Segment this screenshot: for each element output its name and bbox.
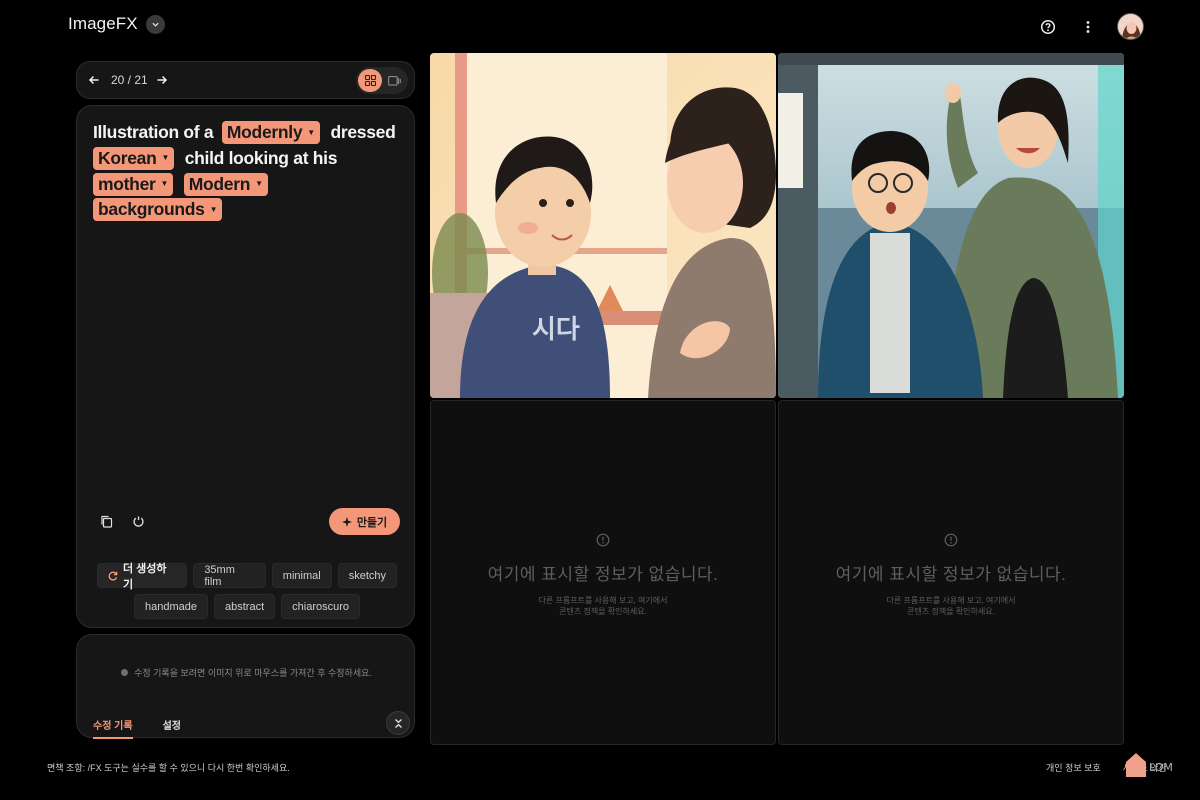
app-switcher-button[interactable] [145,14,165,34]
arrow-right-icon [157,75,168,85]
empty-subtitle-line: 콘텐츠 정책을 확인하세요. [907,607,995,616]
svg-text:LOM: LOM [1149,761,1173,774]
sparkle-icon [341,516,352,527]
alert-circle-icon [944,533,958,547]
collapse-panel-button[interactable] [386,711,410,735]
header-actions [1037,13,1144,40]
view-mode-toggle [356,67,408,94]
app-title: ImageFX [68,14,138,33]
suggestion-chip[interactable]: chiaroscuro [281,594,360,619]
prompt-chip-dropdown[interactable]: Korean ▼ [93,146,175,170]
caret-down-icon: ▼ [307,127,315,137]
empty-image-slot-3: 여기에 표시할 정보가 없습니다. 다른 프롬프트를 사용해 보고, 여기에서 … [430,400,776,745]
chip-label: backgrounds [98,199,205,220]
empty-subtitle-line: 다른 프롬프트를 사용해 보고, 여기에서 [538,596,668,605]
history-panel: 수정 기록을 보려면 이미지 위로 마우스를 가져간 후 수정하세요. 수정 기… [76,634,416,739]
suggestion-row: handmade abstract chiaroscuro [97,594,397,619]
single-view-button[interactable] [382,69,406,92]
tab-edit-history[interactable]: 수정 기록 [93,717,133,739]
prompt-panel: Illustration of a Modernly ▼ dressed Kore… [76,105,415,628]
reset-icon [132,516,144,527]
prompt-chip-dropdown[interactable]: Modernly ▼ [221,121,320,144]
prompt-text-segment: child looking at his [184,147,338,168]
generated-image-1[interactable]: 시다 [430,53,776,398]
app-header: ImageFX [0,0,1200,52]
style-suggestions: 더 생성하기 35mm film minimal sketchy handmad… [97,563,397,625]
help-button[interactable] [1037,16,1059,38]
help-circle-icon [1040,19,1056,34]
suggestion-chip[interactable]: handmade [134,594,208,619]
empty-subtitle-line: 콘텐츠 정책을 확인하세요. [559,607,647,616]
prompt-text-segment: Illustration of a [93,122,214,142]
arrow-left-icon [88,75,99,85]
suggestion-chip[interactable]: minimal [271,563,332,588]
prompt-chip-dropdown[interactable]: Modern ▼ [183,172,268,196]
suggestion-chip[interactable]: abstract [214,594,276,619]
suggestion-row: 더 생성하기 35mm film minimal sketchy [97,563,397,591]
history-tabs: 수정 기록 설정 [93,717,181,739]
tab-settings[interactable]: 설정 [163,717,181,739]
previous-button[interactable] [85,71,103,89]
suggestion-chip[interactable]: sketchy [337,563,397,588]
disclaimer-text: 면책 조항: /FX 도구는 실수를 할 수 있으니 다시 한번 확인하세요. [47,763,290,773]
image-navigator: 20 / 21 [76,61,415,99]
make-button-label: 만들기 [356,516,388,529]
alert-circle-icon [596,533,610,547]
caret-down-icon: ▼ [209,204,218,214]
history-empty-message: 수정 기록을 보려면 이미지 위로 마우스를 가져간 후 수정하세요. [77,666,416,679]
copy-icon [100,515,112,528]
generate-more-button[interactable]: 더 생성하기 [97,563,188,591]
watermark-logo: LOM [1126,753,1173,777]
empty-state-title: 여기에 표시할 정보가 없습니다. [835,565,1067,584]
chip-label: Modernly [226,122,303,142]
chip-label: mother [98,173,156,194]
empty-state: 여기에 표시할 정보가 없습니다. 다른 프롬프트를 사용해 보고, 여기에서 … [779,560,1123,617]
grid-icon [364,75,376,86]
reset-prompt-button[interactable] [129,512,147,530]
chip-label: Modern [188,173,251,194]
more-vert-icon [1086,20,1090,33]
caret-down-icon: ▼ [160,179,169,189]
prompt-chip-dropdown[interactable]: backgrounds ▼ [93,198,223,222]
make-button[interactable]: 만들기 [329,508,400,535]
prompt-line: mother ▼ Modern ▼ [93,172,405,198]
grid-view-button[interactable] [358,69,382,92]
prompt-line: Korean ▼ child looking at his [93,146,405,172]
empty-image-slot-4: 여기에 표시할 정보가 없습니다. 다른 프롬프트를 사용해 보고, 여기에서 … [778,400,1124,745]
prompt-text-segment: dressed [330,122,396,142]
avatar-image [1118,14,1143,39]
empty-state-subtitle: 다른 프롬프트를 사용해 보고, 여기에서 콘텐츠 정책을 확인하세요. [779,595,1123,617]
privacy-link[interactable]: 개인 정보 보호 [1046,761,1101,774]
empty-state-title: 여기에 표시할 정보가 없습니다. [487,565,719,584]
illustration-boy-mother-outdoor [778,53,1124,398]
chevron-down-icon [152,22,159,27]
prompt-line: Illustration of a Modernly ▼ dressed [93,120,405,146]
user-avatar[interactable] [1117,13,1144,40]
carousel-icon [387,75,401,86]
prompt-line: backgrounds ▼ [93,197,405,223]
chip-label: Korean [98,147,157,168]
illustration-boy-mother-interior: 시다 [430,53,776,398]
caret-down-icon: ▼ [255,179,263,189]
empty-state-subtitle: 다른 프롬프트를 사용해 보고, 여기에서 콘텐츠 정책을 확인하세요. [431,595,775,617]
caret-down-icon: ▼ [161,153,170,163]
collapse-icon [394,718,402,728]
prompt-editor[interactable]: Illustration of a Modernly ▼ dressed Kore… [93,120,405,223]
prompt-utilities [97,512,147,530]
empty-state: 여기에 표시할 정보가 없습니다. 다른 프롬프트를 사용해 보고, 여기에서 … [431,560,775,617]
brand: ImageFX [68,14,165,34]
suggestion-chip[interactable]: 35mm film [193,563,266,588]
image-counter: 20 / 21 [111,73,148,87]
refresh-icon [108,571,118,581]
generated-image-2[interactable] [778,53,1124,398]
generate-more-label: 더 생성하기 [122,562,167,591]
info-dot-icon [121,669,129,676]
next-button[interactable] [153,71,171,89]
svg-text:시다: 시다 [532,315,580,345]
copy-prompt-button[interactable] [97,512,115,530]
history-message-text: 수정 기록을 보려면 이미지 위로 마우스를 가져간 후 수정하세요. [134,668,372,678]
empty-subtitle-line: 다른 프롬프트를 사용해 보고, 여기에서 [886,596,1016,605]
prompt-chip-dropdown[interactable]: mother ▼ [93,172,174,196]
more-options-button[interactable] [1077,16,1099,38]
